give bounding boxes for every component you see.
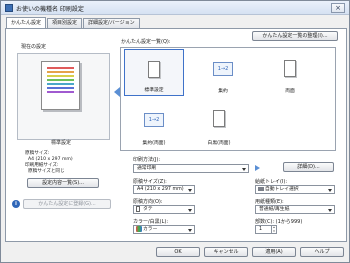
orientation-label: 原稿方向(O): <box>133 199 163 205</box>
page-preview <box>41 61 80 110</box>
preset-item-label: 両面 <box>285 89 295 94</box>
window-title: お使いの機種名 印刷設定 <box>16 6 84 13</box>
ok-button[interactable]: OK <box>156 247 200 257</box>
paper-size-value: A4 (210 x 297 mm) <box>137 187 184 192</box>
cancel-button[interactable]: キャンセル <box>204 247 248 257</box>
chevron-down-icon <box>328 189 332 192</box>
print-size-summary-value: 原稿サイズと同じ <box>28 169 65 174</box>
chevron-down-icon <box>188 189 192 192</box>
preset-item-mono-duplex[interactable]: 白黒(両面) <box>189 101 249 148</box>
tab-bar: かんたん設定 項目別設定 詳細設定/バージョン <box>6 17 141 28</box>
info-icon: i <box>12 200 20 208</box>
print-method-select[interactable]: 通常印刷 <box>133 164 249 173</box>
preset-item-n-up[interactable]: 1→2 集約 <box>193 49 253 96</box>
chevron-down-icon <box>188 229 192 232</box>
tab-easy-settings[interactable]: かんたん設定 <box>6 17 47 28</box>
preset-item-label: 集約(両面) <box>142 141 166 146</box>
play-arrow-icon <box>255 165 260 171</box>
stepper-arrows-icon[interactable]: ▴ ▾ <box>271 225 276 233</box>
preset-item-label: 標準設定 <box>144 88 164 93</box>
tray-icon <box>258 187 264 191</box>
preset-item-n-up-duplex[interactable]: 1→2 集約(両面) <box>124 101 184 148</box>
color-mode-select[interactable]: カラー <box>133 225 195 234</box>
preset-item-label: 白黒(両面) <box>207 141 231 146</box>
document-icon <box>148 61 160 78</box>
tab-item-settings[interactable]: 項目別設定 <box>47 18 83 28</box>
document-icon <box>213 110 225 127</box>
apply-button[interactable]: 適用(A) <box>252 247 296 257</box>
help-button[interactable]: ヘルプ <box>300 247 344 257</box>
preset-item-label: 集約 <box>218 89 228 94</box>
chevron-down-icon <box>328 209 332 212</box>
input-tray-select[interactable]: 自動トレイ選択 <box>255 185 335 194</box>
print-settings-window: お使いの機種名 印刷設定 × かんたん設定 項目別設定 詳細設定/バージョン 現… <box>0 0 350 263</box>
paper-size-label: 原稿サイズ(Z): <box>133 179 167 185</box>
printer-icon <box>5 4 13 12</box>
input-tray-label: 給紙トレイ(I): <box>255 179 288 185</box>
print-method-label: 印刷方法(J): <box>133 157 161 163</box>
title-bar: お使いの機種名 印刷設定 × <box>1 1 349 15</box>
chevron-down-icon <box>188 209 192 212</box>
copies-label: 部数(C): (1から999) <box>255 219 303 225</box>
close-button[interactable]: × <box>331 3 345 13</box>
input-tray-value: 自動トレイ選択 <box>265 187 299 192</box>
current-settings-label: 現在の設定 <box>21 44 47 50</box>
paper-type-label: 用紙種類(E): <box>255 199 284 205</box>
document-icon <box>284 60 296 77</box>
preset-item-standard[interactable]: 標準設定 <box>124 49 184 96</box>
paper-type-select[interactable]: 普通紙/再生紙 <box>255 205 335 214</box>
portrait-icon <box>136 206 140 212</box>
detail-button[interactable]: 詳細(D)... <box>283 162 334 172</box>
color-mode-value: カラー <box>143 227 158 232</box>
register-preset-button: かんたん設定に登録(G)... <box>23 199 111 209</box>
manage-presets-button[interactable]: かんたん設定一覧の整理(I)... <box>252 31 338 41</box>
n-up-icon: 1→2 <box>144 113 164 127</box>
print-method-value: 通常印刷 <box>137 166 157 171</box>
preset-item-duplex[interactable]: 両面 <box>260 49 320 96</box>
n-up-icon: 1→2 <box>213 62 233 76</box>
orientation-select[interactable]: タテ <box>133 205 195 214</box>
preset-list-label: かんたん設定一覧(Q): <box>121 39 171 45</box>
current-preset-name: 標準設定 <box>51 140 72 146</box>
chevron-down-icon <box>242 168 246 171</box>
tab-advanced-version[interactable]: 詳細設定/バージョン <box>83 18 140 28</box>
settings-list-button[interactable]: 設定内容一覧(S)... <box>27 178 99 188</box>
color-icon <box>136 226 142 232</box>
preview-content <box>47 67 74 97</box>
copies-stepper[interactable]: 1 ▴ ▾ <box>255 225 277 234</box>
current-settings-summary: 原稿サイズ: A4 (210 x 297 mm) 印刷用紙サイズ: 原稿サイズと… <box>25 151 73 175</box>
paper-size-select[interactable]: A4 (210 x 297 mm) <box>133 185 195 194</box>
color-mode-label: カラー/白黒(L): <box>133 219 169 225</box>
orientation-value: タテ <box>143 207 153 212</box>
copies-value: 1 <box>259 227 263 232</box>
paper-type-value: 普通紙/再生紙 <box>259 207 290 212</box>
